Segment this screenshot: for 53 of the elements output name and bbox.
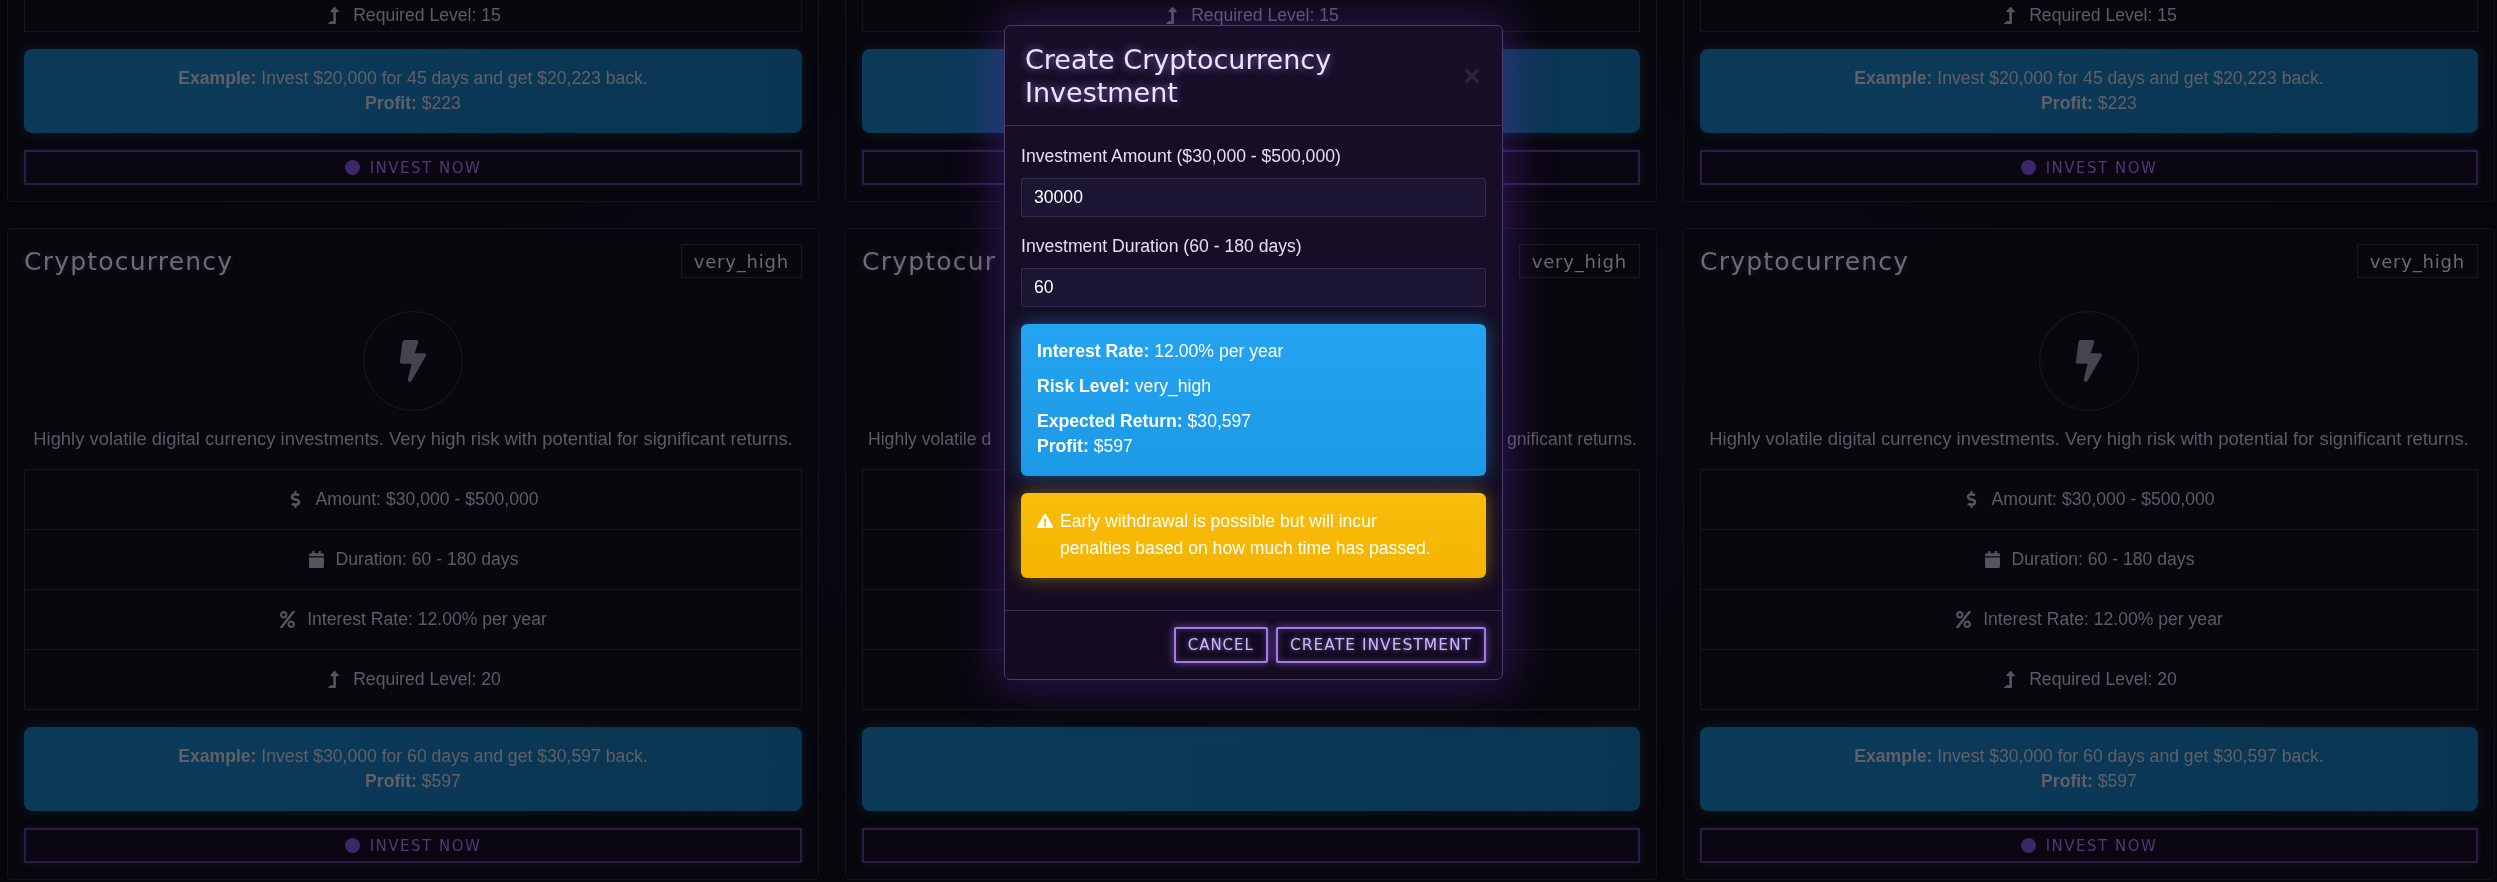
info-text: Expected Return: $30,597 (1037, 410, 1252, 433)
modal-title: Create Cryptocurrency Investment (1025, 43, 1333, 109)
card-description: Highly volatile digital currency investments. Very high risk with potential for significant returns. (32, 429, 794, 449)
card-description: Highly volatile d (868, 429, 992, 449)
profit-text: Profit: $223 (365, 92, 461, 115)
example-text: Example: Invest $20,000 for 45 days and get $20,223 back. (178, 67, 648, 90)
percent-icon (1955, 611, 1973, 628)
detail-text: Required Level: 20 (2029, 669, 2177, 690)
detail-text: Amount: $30,000 - $500,000 (1991, 489, 2215, 510)
info-text: Risk Level: very_high (1037, 375, 1212, 399)
profit-text: Profit: $597 (2041, 770, 2137, 793)
detail-text: Required Level: 15 (1191, 5, 1339, 26)
info-text: Profit: $597 (1037, 435, 1133, 458)
example-text: Example: Invest $20,000 for 45 days and get $20,223 back. (1854, 67, 2324, 90)
example-text: Example: Invest $30,000 for 60 days and get $30,597 back. (1854, 745, 2324, 768)
close-icon (1462, 66, 1482, 86)
info-text: Interest Rate: 12.00% per year (1037, 340, 1284, 363)
detail-text: Duration: 60 - 180 days (2011, 549, 2195, 570)
detail-text: Required Level: 20 (353, 669, 501, 690)
warning-text: Early withdrawal is possible but will incur penalties based on how much time has passed. (1060, 510, 1432, 560)
card-description: Highly volatile digital currency investments. Very high risk with potential for significant returns. (1708, 429, 2470, 449)
risk-badge: very_high (2356, 244, 2478, 278)
calendar-icon (307, 551, 325, 568)
field-label: Investment Amount ($30,000 - $500,000) (1021, 146, 1342, 166)
detail-text: Required Level: 15 (353, 5, 501, 26)
card-description: gnificant returns. (1506, 429, 1637, 449)
invest-button[interactable] (862, 828, 1640, 863)
detail-text: Required Level: 15 (2029, 5, 2177, 26)
risk-badge: very_high (1518, 244, 1640, 278)
detail-text: Amount: $30,000 - $500,000 (315, 489, 539, 510)
warning-icon (1037, 513, 1053, 529)
dot-icon (344, 838, 360, 853)
risk-badge: very_high (680, 244, 802, 278)
profit-text: Profit: $597 (365, 770, 461, 793)
detail-text: Interest Rate: 12.00% per year (307, 609, 547, 630)
card-title: Cryptocurrency (24, 246, 234, 276)
card-title: Cryptocur (862, 246, 997, 276)
percent-icon (279, 611, 297, 628)
cancel-button[interactable]: CANCEL (1173, 627, 1268, 663)
dot-icon (2020, 160, 2036, 175)
create-investment-button[interactable]: CREATE INVESTMENT (1275, 627, 1486, 663)
dot-icon (344, 160, 360, 175)
input-field[interactable]: 60 (1021, 268, 1486, 307)
card-title: Cryptocurrency (1700, 246, 1910, 276)
detail-text: Duration: 60 - 180 days (335, 549, 519, 570)
dot-icon (2020, 838, 2036, 853)
field-label: Investment Duration (60 - 180 days) (1021, 236, 1303, 256)
example-text: Example: Invest $30,000 for 60 days and get $30,597 back. (178, 745, 648, 768)
detail-text: Interest Rate: 12.00% per year (1983, 609, 2223, 630)
input-field[interactable]: 30000 (1021, 178, 1486, 217)
profit-text: Profit: $223 (2041, 92, 2137, 115)
calendar-icon (1983, 551, 2001, 568)
close-button[interactable] (1462, 66, 1482, 86)
